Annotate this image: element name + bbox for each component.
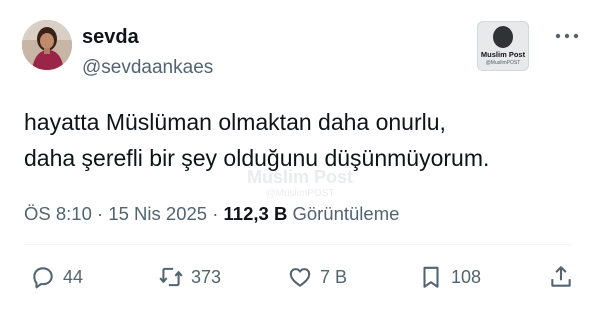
author-handle[interactable]: @sevdaankaes: [82, 56, 213, 80]
repost-count: 373: [191, 266, 222, 287]
meta-separator: ·: [97, 203, 104, 224]
divider: [24, 244, 572, 245]
repost-button[interactable]: 373: [158, 262, 221, 292]
more-icon: [555, 33, 579, 39]
badge-subtitle: @MuslimPOST: [485, 60, 521, 66]
watermark-subtitle: @MuslimPOST: [265, 188, 335, 199]
avatar-photo: [22, 20, 72, 70]
reply-count: 44: [63, 266, 84, 287]
reply-button[interactable]: 44: [30, 262, 83, 292]
watermark-title: Muslim Post: [246, 167, 353, 187]
tweet-meta: ÖS 8:10 · 15 Nis 2025 · 112,3 B Görüntül…: [24, 202, 399, 226]
view-label: Görüntüleme: [292, 203, 400, 224]
share-icon: [551, 266, 571, 287]
affiliate-badge[interactable]: Muslim Post @MuslimPOST: [477, 21, 529, 71]
bookmark-icon: [423, 266, 439, 288]
tweet-line: hayatta Müslüman olmaktan daha onurlu,: [24, 109, 446, 135]
like-icon: [289, 268, 311, 287]
reply-icon: [33, 267, 53, 289]
view-count: 112,3 B: [223, 203, 288, 224]
badge-logo-icon: [493, 26, 513, 48]
meta-separator: ·: [212, 203, 219, 224]
like-count: 7 B: [320, 266, 348, 287]
tweet-time[interactable]: ÖS 8:10: [24, 203, 92, 224]
avatar[interactable]: [22, 20, 72, 70]
more-options-button[interactable]: [554, 28, 580, 44]
bookmark-button[interactable]: 108: [418, 262, 481, 292]
tweet-date[interactable]: 15 Nis 2025: [108, 203, 207, 224]
bookmark-count: 108: [451, 266, 482, 287]
share-button[interactable]: [548, 262, 574, 292]
author-name[interactable]: sevda: [82, 25, 139, 49]
like-button[interactable]: 7 B: [287, 262, 347, 292]
badge-title: Muslim Post: [480, 50, 526, 59]
repost-icon: [159, 267, 183, 287]
